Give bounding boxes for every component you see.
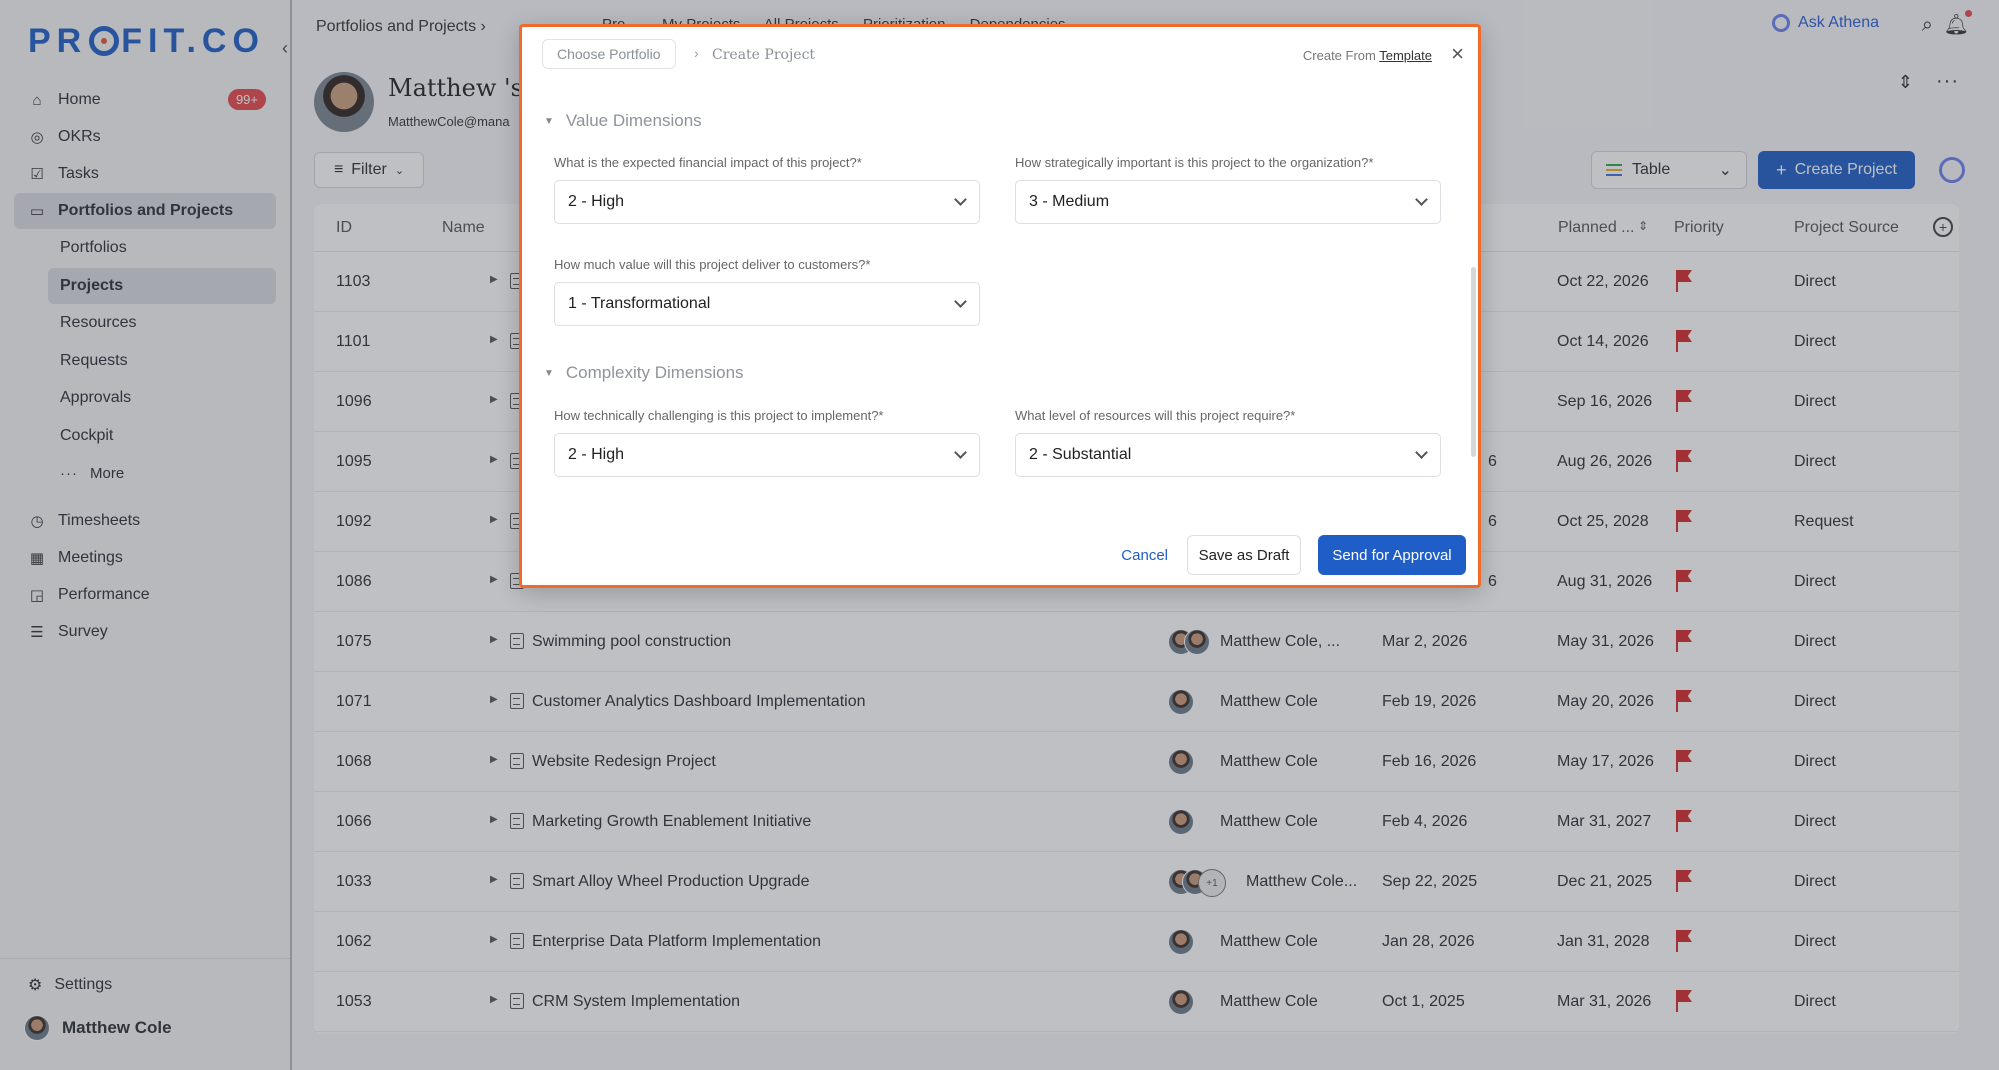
collapse-triangle-icon: ▼ bbox=[544, 115, 554, 127]
complexity-dimensions-header[interactable]: ▼ Complexity Dimensions bbox=[544, 363, 744, 383]
create-project-modal: Choose Portfolio › Create Project Create… bbox=[519, 24, 1481, 588]
resource-level-label: What level of resources will this projec… bbox=[1015, 408, 1296, 423]
section-title: Value Dimensions bbox=[565, 111, 702, 130]
chevron-down-icon bbox=[1415, 193, 1428, 206]
chevron-down-icon bbox=[1415, 446, 1428, 459]
select-value: 3 - Medium bbox=[1029, 193, 1110, 210]
strategic-importance-select[interactable]: 3 - Medium bbox=[1015, 180, 1441, 224]
chevron-right-icon: › bbox=[694, 45, 699, 61]
select-value: 1 - Transformational bbox=[568, 295, 711, 312]
choose-portfolio-step[interactable]: Choose Portfolio bbox=[542, 39, 676, 69]
customer-value-label: How much value will this project deliver… bbox=[554, 257, 871, 272]
chevron-down-icon bbox=[954, 446, 967, 459]
create-from-label: Create From bbox=[1302, 48, 1376, 63]
technical-challenge-select[interactable]: 2 - High bbox=[554, 433, 980, 477]
modal-scrollbar[interactable] bbox=[1471, 267, 1476, 457]
collapse-triangle-icon: ▼ bbox=[544, 367, 554, 379]
close-icon[interactable]: × bbox=[1451, 41, 1464, 67]
financial-impact-label: What is the expected financial impact of… bbox=[554, 155, 862, 170]
create-from-template: Create From Template bbox=[1303, 48, 1432, 63]
value-dimensions-header[interactable]: ▼ Value Dimensions bbox=[544, 111, 702, 131]
section-title: Complexity Dimensions bbox=[565, 363, 744, 382]
template-link[interactable]: Template bbox=[1379, 48, 1432, 63]
select-value: 2 - Substantial bbox=[1029, 446, 1132, 463]
select-value: 2 - High bbox=[568, 193, 625, 210]
modal-breadcrumb: Create Project bbox=[712, 47, 816, 63]
select-value: 2 - High bbox=[568, 446, 625, 463]
resource-level-select[interactable]: 2 - Substantial bbox=[1015, 433, 1441, 477]
chevron-down-icon bbox=[954, 193, 967, 206]
cancel-button[interactable]: Cancel bbox=[1121, 547, 1168, 564]
technical-challenge-label: How technically challenging is this proj… bbox=[554, 408, 884, 423]
strategic-importance-label: How strategically important is this proj… bbox=[1015, 155, 1374, 170]
chevron-down-icon bbox=[954, 295, 967, 308]
send-for-approval-button[interactable]: Send for Approval bbox=[1318, 535, 1466, 575]
save-as-draft-button[interactable]: Save as Draft bbox=[1187, 535, 1301, 575]
financial-impact-select[interactable]: 2 - High bbox=[554, 180, 980, 224]
customer-value-select[interactable]: 1 - Transformational bbox=[554, 282, 980, 326]
